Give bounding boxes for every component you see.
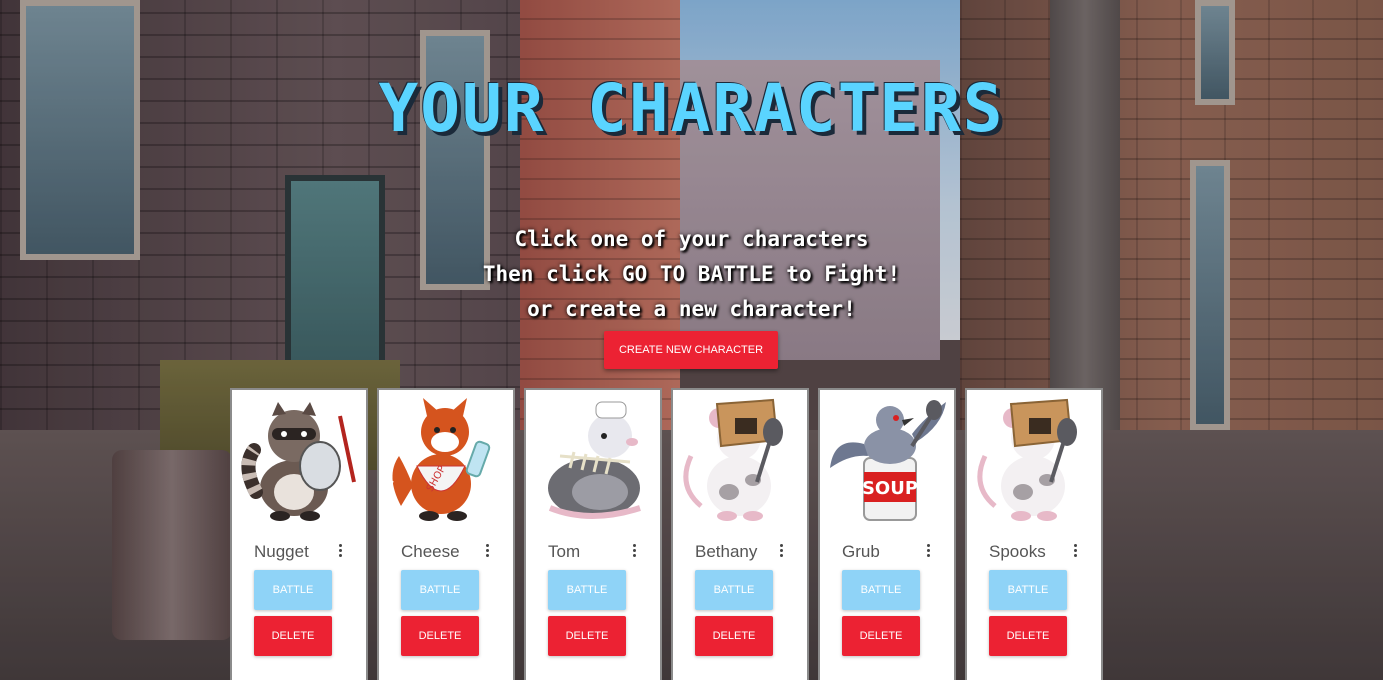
battle-button[interactable]: BATTLE [989,570,1067,610]
delete-button[interactable]: DELETE [989,616,1067,656]
possum-chef-with-fishbone-icon [548,401,641,519]
character-card[interactable]: Nugget BATTLE DELETE [230,388,368,680]
more-vert-icon[interactable] [924,544,932,560]
instruction-line-1: Click one of your characters [514,227,869,251]
character-card[interactable]: Tom BATTLE DELETE [524,388,662,680]
delete-button[interactable]: DELETE [695,616,773,656]
battle-button[interactable]: BATTLE [842,570,920,610]
instructions: Click one of your characters Then click … [0,222,1383,327]
create-new-character-button[interactable]: CREATE NEW CHARACTER [604,331,778,369]
raccoon-with-lid-icon [241,402,356,521]
delete-button[interactable]: DELETE [842,616,920,656]
instruction-line-3: or create a new character! [527,297,856,321]
character-name: Bethany [695,542,758,561]
delete-button[interactable]: DELETE [254,616,332,656]
delete-button[interactable]: DELETE [548,616,626,656]
battle-button[interactable]: BATTLE [254,570,332,610]
character-name: Spooks [989,542,1046,561]
battle-button[interactable]: BATTLE [695,570,773,610]
character-card[interactable]: Bethany BATTLE DELETE [671,388,809,680]
page-title: YOUR CHARACTERS [378,70,1005,147]
character-name: Cheese [401,542,460,561]
character-name: Grub [842,542,880,561]
svg-text:SOUP: SOUP [862,478,918,499]
more-vert-icon[interactable] [1071,544,1079,560]
character-name: Tom [548,542,581,561]
battle-button[interactable]: BATTLE [548,570,626,610]
battle-button[interactable]: BATTLE [401,570,479,610]
character-card[interactable]: Spooks BATTLE DELETE [965,388,1103,680]
instruction-line-2: Then click GO TO BATTLE to Fight! [482,262,901,286]
more-vert-icon[interactable] [777,544,785,560]
character-card[interactable]: SOUP Grub BATTLE DELETE [818,388,956,680]
rat-in-box-with-spoon-icon [683,398,783,521]
more-vert-icon[interactable] [630,544,638,560]
fox-with-bottle-icon: SHOP [386,398,491,521]
more-vert-icon[interactable] [336,544,344,560]
rat-in-box-with-spoon-icon [977,398,1077,521]
character-card[interactable]: SHOP Cheese BATTLE DELETE [377,388,515,680]
pigeon-on-soup-can-icon: SOUP [830,400,946,521]
character-name: Nugget [254,542,309,561]
delete-button[interactable]: DELETE [401,616,479,656]
more-vert-icon[interactable] [483,544,491,560]
